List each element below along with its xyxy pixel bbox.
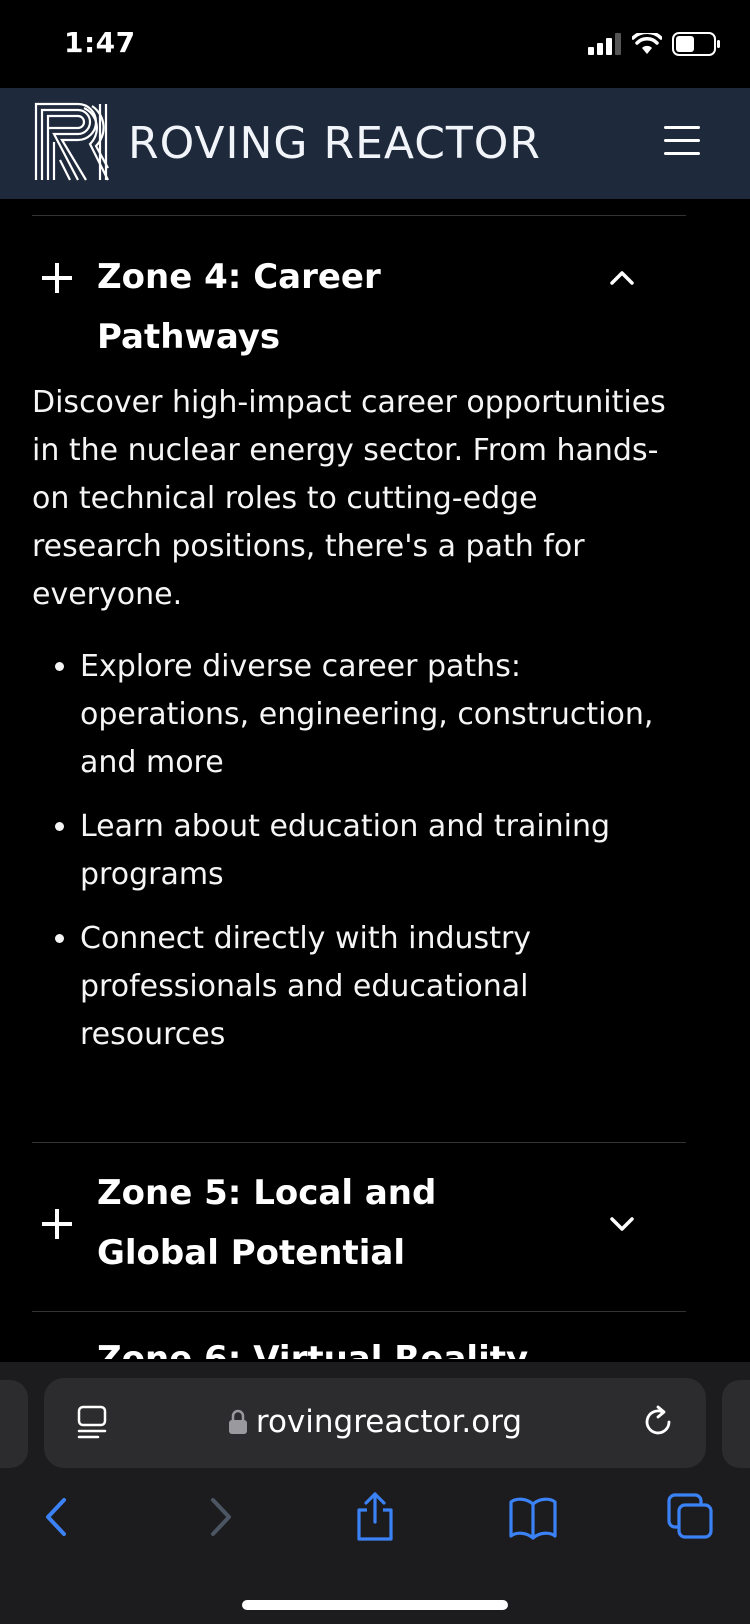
accordion-zone-5-header[interactable]: Zone 5: Local and Global Potential (32, 1159, 686, 1289)
plus-icon (42, 1209, 72, 1239)
roving-reactor-logo-icon[interactable] (34, 102, 110, 182)
divider (32, 215, 686, 216)
back-icon[interactable] (33, 1492, 83, 1542)
wifi-icon (632, 33, 662, 54)
tabs-icon[interactable] (666, 1492, 716, 1542)
main-content: Zone 4: Career Pathways Discover high-im… (0, 199, 750, 1359)
list-item: Connect directly with industry professio… (80, 915, 672, 1059)
bookmarks-icon[interactable] (508, 1492, 558, 1542)
url-text: rovingreactor.org (255, 1404, 523, 1440)
browser-nav-row (0, 1492, 750, 1552)
divider (32, 1142, 686, 1143)
address-bar[interactable]: rovingreactor.org (44, 1378, 706, 1468)
accordion-zone-6-header[interactable]: Zone 6: Virtual Reality (32, 1329, 686, 1359)
list-item: Explore diverse career paths: operations… (80, 643, 672, 787)
home-indicator[interactable] (242, 1600, 508, 1610)
zone-4-intro: Discover high-impact career opportunitie… (32, 385, 666, 612)
status-time: 1:47 (64, 26, 136, 59)
forward-icon[interactable] (194, 1492, 244, 1542)
reload-icon[interactable] (640, 1404, 676, 1440)
browser-toolbar: rovingreactor.org (0, 1362, 750, 1624)
plus-icon (42, 263, 72, 293)
accordion-zone-4-title: Zone 4: Career Pathways (97, 257, 381, 357)
site-header: ROVING REACTOR (0, 88, 750, 199)
share-icon[interactable] (350, 1492, 400, 1542)
status-bar: 1:47 (0, 0, 750, 88)
next-tab-preview[interactable] (722, 1380, 750, 1468)
battery-icon (672, 32, 720, 56)
chevron-up-icon[interactable] (607, 263, 637, 293)
previous-tab-preview[interactable] (0, 1380, 28, 1468)
list-item: Learn about education and training progr… (80, 803, 672, 899)
accordion-zone-4-header[interactable]: Zone 4: Career Pathways (32, 239, 686, 357)
accordion-zone-6-title: Zone 6: Virtual Reality (97, 1339, 529, 1359)
cellular-signal-icon (588, 33, 621, 55)
divider (32, 1311, 686, 1312)
menu-icon[interactable] (664, 126, 700, 158)
accordion-zone-4-body: Discover high-impact career opportunitie… (32, 379, 672, 1075)
zone-4-bullet-list: Explore diverse career paths: operations… (32, 643, 672, 1059)
accordion-zone-5-title: Zone 5: Local and Global Potential (97, 1173, 437, 1273)
lock-icon (228, 1409, 247, 1434)
url-display: rovingreactor.org (44, 1404, 706, 1440)
status-icons (588, 32, 722, 56)
brand-name[interactable]: ROVING REACTOR (128, 118, 541, 169)
chevron-down-icon[interactable] (607, 1209, 637, 1239)
